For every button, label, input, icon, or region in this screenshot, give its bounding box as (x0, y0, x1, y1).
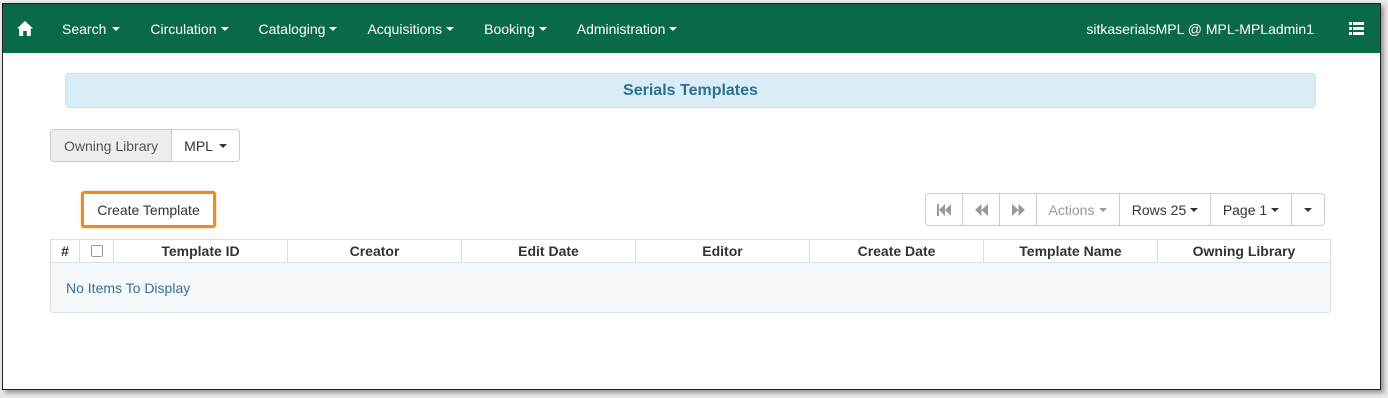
top-navbar: Search Circulation Cataloging Acquisitio… (3, 4, 1380, 53)
column-header-create-date[interactable]: Create Date (810, 240, 984, 262)
page-dropdown[interactable]: Page 1 (1210, 193, 1292, 226)
previous-page-button[interactable] (962, 193, 1000, 226)
grid-body: No Items To Display (50, 263, 1331, 313)
column-header-editor[interactable]: Editor (636, 240, 810, 262)
column-header-owning-library[interactable]: Owning Library (1158, 240, 1330, 262)
nav-administration-label: Administration (576, 20, 666, 37)
nav-circulation[interactable]: Circulation (135, 4, 243, 53)
caret-down-icon (669, 26, 678, 31)
select-all-cell (80, 240, 114, 262)
grid-toolbar: Actions Rows 25 Page 1 (925, 193, 1325, 226)
caret-down-icon (1099, 207, 1108, 212)
first-page-icon (937, 203, 951, 216)
home-icon (17, 21, 33, 36)
column-options-dropdown[interactable] (1291, 193, 1325, 226)
app-window: Search Circulation Cataloging Acquisitio… (2, 3, 1381, 390)
hamburger-menu-button[interactable] (1332, 4, 1380, 53)
nav-cataloging-label: Cataloging (258, 20, 326, 37)
owning-library-filter: Owning Library MPL (50, 129, 240, 162)
rows-per-page-dropdown[interactable]: Rows 25 (1119, 193, 1211, 226)
create-template-button[interactable]: Create Template (81, 191, 216, 228)
caret-down-icon (1304, 207, 1312, 212)
page-label: Page 1 (1222, 201, 1268, 218)
user-workstation-label: sitkaserialsMPL @ MPL-MPLadmin1 (1086, 20, 1314, 37)
page-title: Serials Templates (623, 81, 758, 99)
nav-acquisitions[interactable]: Acquisitions (352, 4, 469, 53)
next-page-icon (1011, 203, 1025, 216)
column-header-template-name[interactable]: Template Name (984, 240, 1158, 262)
grid-header: # Template ID Creator Edit Date Editor C… (50, 239, 1331, 263)
create-template-label: Create Template (97, 201, 200, 218)
nav-booking[interactable]: Booking (469, 4, 562, 53)
caret-down-icon (1190, 207, 1199, 212)
page-title-bar: Serials Templates (65, 73, 1316, 108)
column-header-template-id[interactable]: Template ID (114, 240, 288, 262)
column-header-index: # (51, 240, 80, 262)
caret-down-icon (218, 143, 227, 148)
column-header-edit-date[interactable]: Edit Date (462, 240, 636, 262)
actions-label: Actions (1048, 201, 1095, 218)
previous-page-icon (974, 203, 988, 216)
first-page-button[interactable] (925, 193, 963, 226)
owning-library-select[interactable]: MPL (172, 129, 240, 162)
select-all-checkbox[interactable] (90, 245, 103, 257)
list-menu-icon (1348, 22, 1364, 35)
caret-down-icon (1271, 207, 1280, 212)
caret-down-icon (220, 26, 229, 31)
caret-down-icon (538, 26, 547, 31)
rows-per-page-label: Rows 25 (1131, 201, 1187, 218)
nav-administration[interactable]: Administration (562, 4, 693, 53)
caret-down-icon (112, 26, 121, 31)
empty-grid-message: No Items To Display (66, 279, 191, 296)
nav-booking-label: Booking (484, 20, 535, 37)
nav-right: sitkaserialsMPL @ MPL-MPLadmin1 (1086, 4, 1380, 53)
owning-library-value: MPL (184, 137, 213, 154)
column-header-creator[interactable]: Creator (288, 240, 462, 262)
nav-search-label: Search (62, 20, 107, 37)
actions-dropdown[interactable]: Actions (1036, 193, 1120, 226)
caret-down-icon (329, 26, 338, 31)
templates-grid: # Template ID Creator Edit Date Editor C… (50, 239, 1331, 313)
nav-acquisitions-label: Acquisitions (367, 20, 443, 37)
owning-library-label: Owning Library (50, 129, 173, 162)
next-page-button[interactable] (999, 193, 1037, 226)
nav-circulation-label: Circulation (150, 20, 217, 37)
nav-cataloging[interactable]: Cataloging (244, 4, 353, 53)
nav-search[interactable]: Search (47, 4, 135, 53)
caret-down-icon (446, 26, 455, 31)
home-button[interactable] (3, 4, 47, 53)
